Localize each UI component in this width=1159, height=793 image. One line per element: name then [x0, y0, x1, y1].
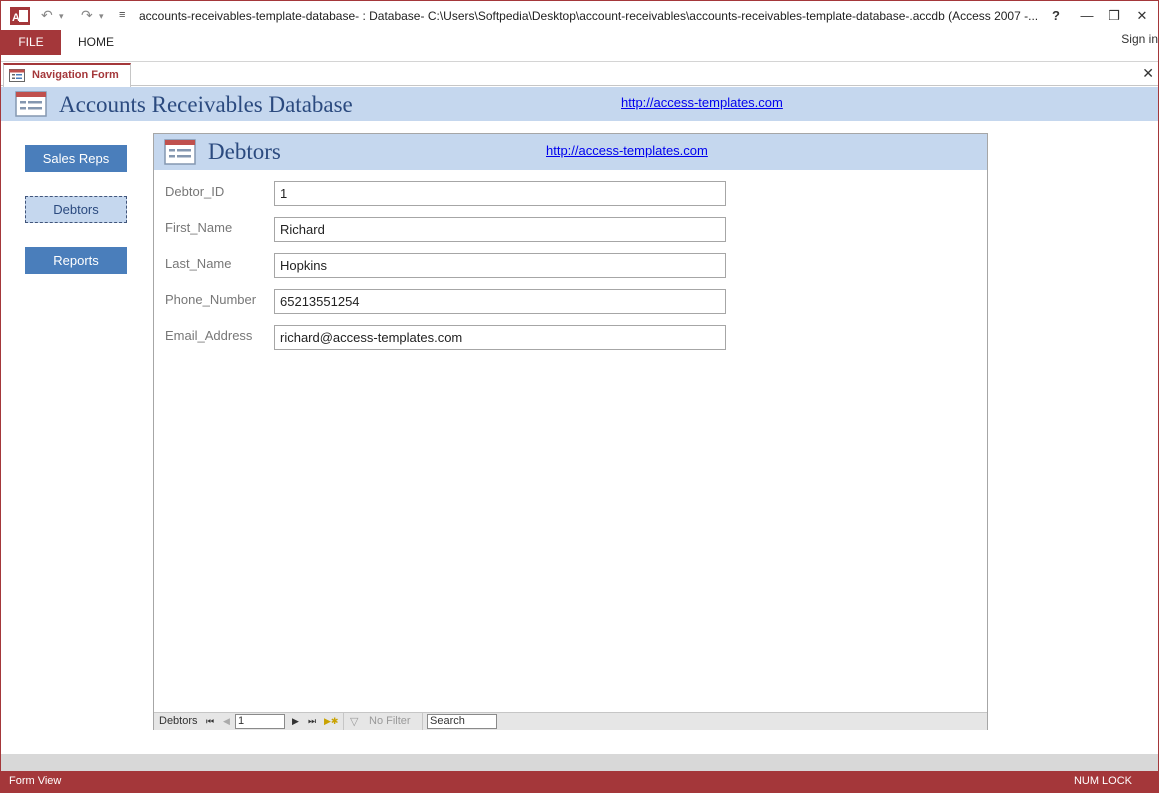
debtors-subform: Debtors http://access-templates.com Debt… — [153, 133, 988, 730]
close-document-icon[interactable]: ✕ — [1142, 65, 1154, 82]
email-address-field[interactable]: richard@access-templates.com — [274, 325, 726, 350]
nav-button-debtors[interactable]: Debtors — [25, 196, 127, 223]
nav-button-sales-reps[interactable]: Sales Reps — [25, 145, 127, 172]
title-bar: A ↶ ▾ ↷ ▾ ≡ accounts-receivables-templat… — [1, 1, 1158, 31]
record-navigator-label: Debtors — [159, 715, 198, 727]
restore-button[interactable]: ❒ — [1100, 5, 1128, 27]
page-title: Accounts Receivables Database — [59, 92, 353, 117]
view-status: Form View — [9, 775, 62, 787]
debtor-id-field[interactable]: 1 — [274, 181, 726, 206]
record-navigator: Debtors ⏮ ◀ 1 ▶ ⏭ ▶✱ ▽ No Filter Search — [154, 712, 987, 730]
ribbon-tabs: FILE HOME Sign in — [1, 30, 1158, 55]
last-record-icon[interactable]: ⏭ — [308, 716, 316, 727]
last-name-label: Last_Name — [165, 256, 232, 271]
new-record-icon[interactable]: ▶✱ — [324, 716, 338, 727]
customize-toolbar-icon[interactable]: ≡ — [119, 9, 125, 21]
form-icon — [9, 69, 25, 82]
last-name-field[interactable]: Hopkins — [274, 253, 726, 278]
website-link[interactable]: http://access-templates.com — [546, 143, 708, 158]
document-tab-strip: Navigation Form ✕ — [1, 62, 1158, 87]
status-bar: Form View NUM LOCK — [1, 771, 1158, 792]
next-record-icon[interactable]: ▶ — [292, 716, 299, 727]
numlock-status: NUM LOCK — [1073, 775, 1132, 787]
help-button[interactable]: ? — [1042, 5, 1070, 27]
subform-title: Debtors — [208, 139, 281, 164]
svg-text:A: A — [12, 12, 20, 24]
home-tab[interactable]: HOME — [67, 30, 125, 55]
subform-header: Debtors http://access-templates.com — [154, 134, 987, 170]
chevron-down-icon[interactable]: ▾ — [59, 11, 64, 22]
phone-number-field[interactable]: 65213551254 — [274, 289, 726, 314]
redo-icon[interactable]: ↷ — [81, 7, 93, 24]
file-tab[interactable]: FILE — [1, 30, 61, 55]
no-filter-button[interactable]: No Filter — [369, 715, 411, 727]
tab-label: Navigation Form — [32, 69, 119, 81]
current-record-input[interactable]: 1 — [235, 714, 285, 729]
separator — [422, 713, 423, 730]
debtor-id-label: Debtor_ID — [165, 184, 225, 199]
form-icon — [15, 91, 47, 117]
website-link[interactable]: http://access-templates.com — [621, 95, 783, 110]
form-icon — [164, 139, 196, 165]
navigation-form-header: Accounts Receivables Database http://acc… — [1, 87, 1158, 121]
close-button[interactable]: ✕ — [1128, 5, 1156, 27]
access-window: A ↶ ▾ ↷ ▾ ≡ accounts-receivables-templat… — [0, 0, 1159, 793]
minimize-button[interactable]: — — [1073, 5, 1101, 27]
first-name-label: First_Name — [165, 220, 233, 235]
sign-in-link[interactable]: Sign in — [1121, 32, 1158, 46]
filter-icon: ▽ — [350, 716, 359, 728]
ribbon-collapsed-area — [1, 55, 1158, 62]
first-name-field[interactable]: Richard — [274, 217, 726, 242]
first-record-icon[interactable]: ⏮ — [206, 716, 214, 727]
chevron-down-icon[interactable]: ▾ — [99, 11, 104, 22]
undo-icon[interactable]: ↶ — [41, 7, 53, 24]
tab-navigation-form[interactable]: Navigation Form — [3, 63, 131, 87]
nav-button-reports[interactable]: Reports — [25, 247, 127, 274]
separator — [343, 713, 344, 730]
phone-number-label: Phone_Number — [165, 292, 257, 307]
search-input[interactable]: Search — [427, 714, 497, 729]
access-app-icon[interactable]: A — [10, 7, 30, 25]
previous-record-icon[interactable]: ◀ — [223, 716, 230, 727]
window-title: accounts-receivables-template-database- … — [139, 9, 1039, 23]
form-footer-area — [1, 754, 1158, 771]
email-address-label: Email_Address — [165, 328, 253, 343]
